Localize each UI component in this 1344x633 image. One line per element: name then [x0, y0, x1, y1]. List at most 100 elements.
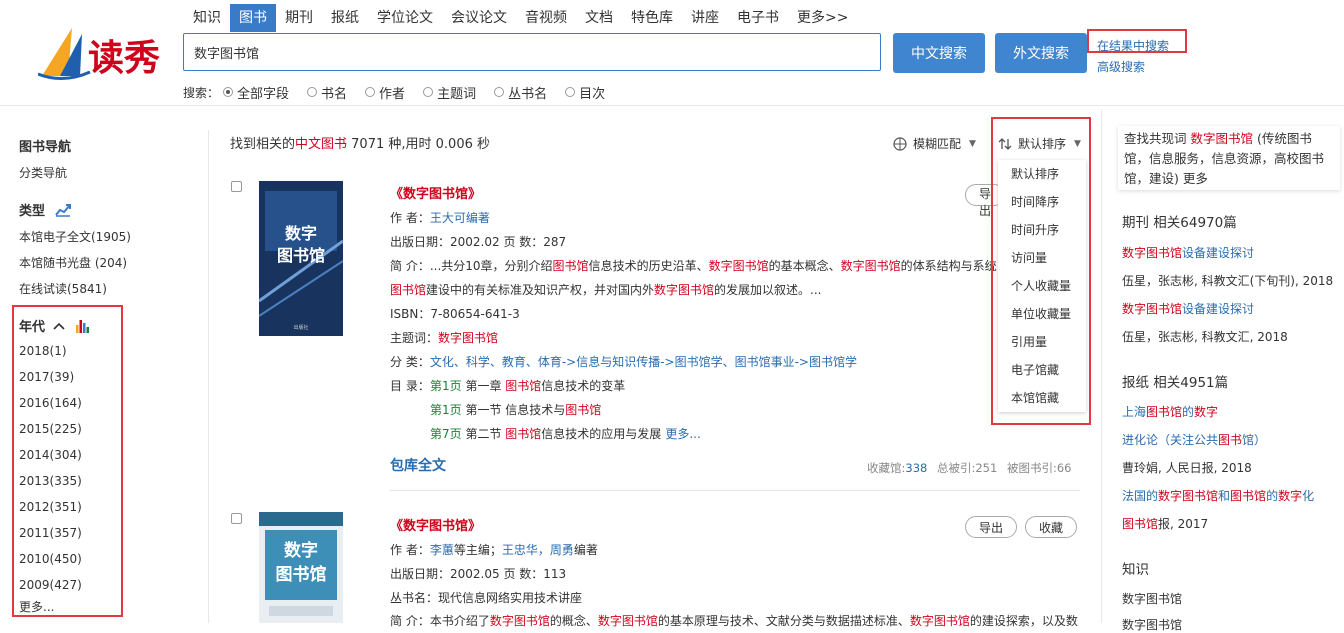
- toc-page-link[interactable]: 第1页: [430, 403, 462, 417]
- result-classification: 分 类：文化、科学、教育、体育->信息与知识传播->图书馆学、图书馆事业->图书…: [390, 353, 857, 370]
- type-heading: 类型: [19, 200, 72, 219]
- type-filter-item[interactable]: 本馆随书光盘 (204): [19, 254, 127, 271]
- result-isbn: ISBN：7-80654-641-3: [390, 307, 520, 321]
- radio-button[interactable]: [223, 87, 234, 97]
- chinese-search-button[interactable]: 中文搜索: [893, 33, 985, 73]
- field-option[interactable]: 全部字段: [223, 83, 289, 102]
- summary-highlight: 中文图书: [295, 137, 348, 152]
- cooc-more-link[interactable]: 更多: [1183, 171, 1208, 186]
- tab-4[interactable]: 学位论文: [368, 4, 442, 32]
- result-title[interactable]: 《数字图书馆》: [390, 183, 481, 202]
- keyword-highlight: 图书馆: [1146, 405, 1183, 419]
- book-cover-image[interactable]: 数字 图书馆: [259, 512, 343, 623]
- abstract-label: 简 介：: [390, 259, 430, 273]
- search-input[interactable]: [183, 33, 881, 71]
- journal-item[interactable]: 数字图书馆设备建设探讨: [1122, 300, 1254, 317]
- tab-5[interactable]: 会议论文: [442, 4, 516, 32]
- collect-button[interactable]: 收藏: [1025, 516, 1077, 538]
- author-link[interactable]: 王大可编著: [430, 211, 490, 225]
- author-link[interactable]: 王忠华，周勇: [502, 543, 574, 557]
- toc-page-link[interactable]: 第1页: [430, 379, 462, 393]
- knowledge-heading[interactable]: 知识: [1122, 558, 1149, 578]
- right-panel-divider: [1101, 110, 1102, 623]
- tab-0[interactable]: 知识: [184, 4, 230, 32]
- collect-count-link[interactable]: 338: [905, 461, 927, 475]
- subject-value[interactable]: 数字图书馆: [438, 331, 498, 345]
- result-checkbox[interactable]: [231, 181, 242, 192]
- result-title[interactable]: 《数字图书馆》: [390, 515, 481, 534]
- toc-text: 第一章: [461, 379, 506, 393]
- keyword-highlight: 数字图书馆: [1158, 489, 1219, 503]
- tab-10[interactable]: 电子书: [728, 4, 788, 32]
- radio-button[interactable]: [307, 87, 318, 97]
- book-cover-image[interactable]: 数字 图书馆 出版社: [259, 181, 343, 336]
- keyword-highlight: 数字图书馆: [708, 259, 769, 273]
- knowledge-item[interactable]: 数字图书馆: [1122, 590, 1182, 607]
- fuzzy-match-dropdown[interactable]: 模糊匹配 ▼: [893, 135, 976, 152]
- result-checkbox[interactable]: [231, 513, 242, 524]
- type-filter-item[interactable]: 在线试读(5841): [19, 280, 107, 297]
- radio-button[interactable]: [565, 87, 576, 97]
- radio-button[interactable]: [494, 87, 505, 97]
- result-abstract: 简 介：...共分10章，分别介绍图书馆信息技术的历史沿革、数字图书馆的基本概念…: [390, 257, 1002, 274]
- field-option-label: 丛书名: [508, 86, 548, 102]
- radio-button[interactable]: [365, 87, 376, 97]
- tab-9[interactable]: 讲座: [682, 4, 728, 32]
- category-nav-link[interactable]: 分类导航: [19, 164, 67, 181]
- field-option[interactable]: 作者: [365, 83, 405, 102]
- radio-button[interactable]: [423, 87, 434, 97]
- tab-8[interactable]: 特色库: [622, 4, 682, 32]
- journal-item[interactable]: 数字图书馆设备建设探讨: [1122, 244, 1254, 261]
- text-segment: 的: [1266, 489, 1279, 503]
- tab-6[interactable]: 音视频: [516, 4, 576, 32]
- subject-label: 主题词：: [390, 331, 439, 345]
- author-role: 等主编；: [453, 543, 502, 557]
- export-button[interactable]: 导出: [965, 516, 1017, 538]
- duxiu-logo: 读秀: [38, 28, 160, 80]
- class-link[interactable]: 文化、科学、教育、体育->信息与知识传播->图书馆学、图书馆事业->图书馆学: [430, 355, 857, 369]
- search-in-results-link[interactable]: 在结果中搜索: [1097, 37, 1169, 54]
- result-date-pages: 出版日期：2002.05 页 数：113: [390, 567, 567, 581]
- text-segment: 信息技术的历史沿革、: [588, 259, 709, 273]
- cooc-label: 查找共现词: [1124, 131, 1191, 146]
- foreign-search-button[interactable]: 外文搜索: [995, 33, 1087, 73]
- field-option[interactable]: 丛书名: [494, 83, 547, 102]
- field-option[interactable]: 书名: [307, 83, 347, 102]
- advanced-search-link[interactable]: 高级搜索: [1097, 58, 1145, 75]
- result-divider: [390, 490, 1080, 491]
- author-link[interactable]: 李蕙: [430, 543, 454, 557]
- toc-page-link[interactable]: 第7页: [430, 427, 462, 441]
- field-option-label: 主题词: [437, 86, 477, 102]
- field-option-label: 目次: [579, 86, 606, 102]
- toc-text: 第一节 信息技术与: [461, 403, 566, 417]
- abstract-text: ...共分10章，分别介绍图书馆信息技术的历史沿革、数字图书馆的基本概念、数字图…: [430, 259, 997, 273]
- type-title: 类型: [19, 204, 46, 219]
- keyword-highlight: 数字图书馆: [840, 259, 901, 273]
- newspaper-item[interactable]: 上海图书馆的数字: [1122, 403, 1218, 420]
- trend-chart-icon[interactable]: [55, 203, 72, 217]
- search-field-options: 搜索： 全部字段 书名 作者 主题词 丛书名 目次: [183, 83, 623, 102]
- type-filter-item[interactable]: 本馆电子全文(1905): [19, 228, 131, 245]
- field-option[interactable]: 目次: [565, 83, 605, 102]
- tab-2[interactable]: 期刊: [276, 4, 322, 32]
- result-abstract: 简 介：本书介绍了数字图书馆的概念、数字图书馆的基本原理与技术、文献分类与数据描…: [390, 612, 1080, 629]
- class-label: 分 类：: [390, 355, 430, 369]
- fulltext-link[interactable]: 包库全文: [390, 455, 446, 475]
- tab-3[interactable]: 报纸: [322, 4, 368, 32]
- tab-7[interactable]: 文档: [576, 4, 622, 32]
- crosshair-icon: [893, 136, 907, 151]
- cooccurrence-box: 查找共现词 数字图书馆 (传统图书馆，信息服务，信息资源，高校图书馆，建设) 更…: [1118, 126, 1340, 190]
- tab-11[interactable]: 更多>>: [788, 4, 857, 32]
- text-segment: 报, 2017: [1158, 517, 1209, 531]
- svg-text:图书馆: 图书馆: [276, 564, 327, 585]
- field-option[interactable]: 主题词: [423, 83, 476, 102]
- sidebar-divider: [208, 130, 209, 623]
- newspaper-item[interactable]: 法国的数字图书馆和图书馆的数字化: [1122, 487, 1314, 504]
- knowledge-item[interactable]: 数字图书馆: [1122, 616, 1182, 633]
- keyword-highlight: 数字图书馆: [489, 614, 550, 628]
- journal-heading[interactable]: 期刊 相关64970篇: [1122, 211, 1237, 231]
- text-segment: 的概念、: [549, 614, 598, 628]
- tab-1[interactable]: 图书: [230, 4, 276, 32]
- toc-more-link[interactable]: 更多...: [665, 427, 700, 441]
- newspaper-heading[interactable]: 报纸 相关4951篇: [1122, 371, 1228, 391]
